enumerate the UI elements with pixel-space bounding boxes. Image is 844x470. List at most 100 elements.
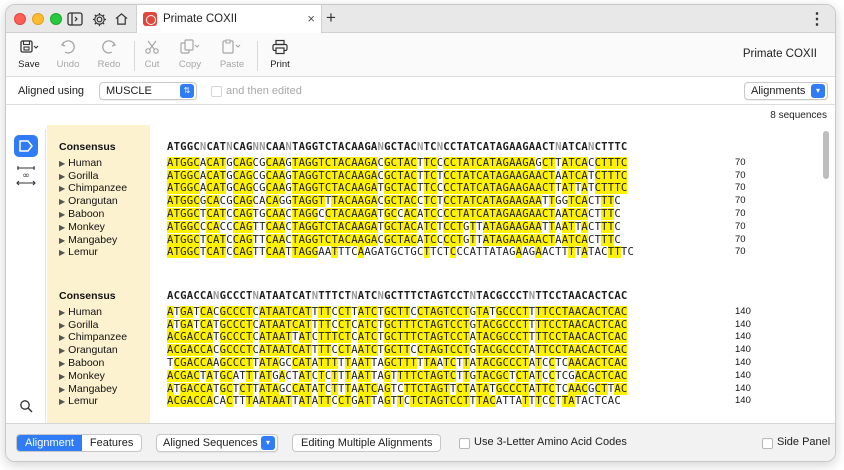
sidebar-toggle-icon[interactable] — [66, 10, 84, 28]
sequence-name[interactable]: ▶ Human — [59, 157, 102, 169]
disclosure-triangle-icon[interactable]: ▶ — [59, 346, 65, 355]
redo-button[interactable]: Redo — [89, 37, 129, 70]
sequence-row[interactable]: ▶ Lemur ACGACCACACTTTAATAATTATATTCCTGATTAG… — [47, 395, 831, 408]
consensus-label: Consensus — [59, 290, 116, 302]
aligner-select[interactable]: MUSCLE ⇅ — [99, 82, 197, 100]
sequence-residues[interactable]: ACGACCATGCCCTCATAATTATCTTTCTCATCTGCTTTCT… — [167, 331, 628, 344]
sequence-name[interactable]: ▶ Mangabey — [59, 383, 117, 395]
disclosure-triangle-icon[interactable]: ▶ — [59, 385, 65, 394]
sequence-row[interactable]: ▶ Monkey ATGGCCCACCCAGTTCAACTAGGTCTACAAGAT… — [47, 220, 831, 234]
wrap-width-button[interactable]: ∞ — [14, 165, 38, 187]
disclosure-triangle-icon[interactable]: ▶ — [59, 397, 65, 406]
position-number: 140 — [735, 331, 751, 343]
alignment-view[interactable]: Consensus ATGGCNCATNCAGNNCAANTAGGTCTACAAG… — [47, 125, 831, 423]
sequence-residues[interactable]: ATGGCTCATCCAGTTCAATTAGGAATTTCAAGATGCTGCT… — [167, 246, 634, 259]
sequence-residues[interactable]: ATGATCACGCCCTCATAATCATTTTCCTTATCTGCTTCCT… — [167, 305, 628, 319]
sequence-residues[interactable]: ACGACTATGCATTTATGACTATCTCTTTAATTAGTTTTCT… — [167, 369, 628, 383]
disclosure-triangle-icon[interactable]: ▶ — [59, 184, 65, 193]
sequence-residues[interactable]: ACGACCACGCCCTCATAATCATTTTCCTAATCTGCTTCCT… — [167, 344, 628, 357]
sequence-name[interactable]: ▶ Monkey — [59, 221, 105, 233]
close-window-button[interactable] — [14, 13, 26, 25]
copy-button[interactable]: Copy — [170, 37, 210, 70]
disclosure-triangle-icon[interactable]: ▶ — [59, 236, 65, 245]
sequence-name[interactable]: ▶ Orangutan — [59, 195, 118, 207]
display-value: Aligned Sequences — [163, 437, 258, 449]
sequence-row[interactable]: ▶ Mangabey ATGGCTCATCCAGTTCAACTAGGTCTACAAG… — [47, 233, 831, 247]
paste-button[interactable]: Paste — [212, 37, 252, 70]
sequence-row[interactable]: ▶ Orangutan ACGACCACGCCCTCATAATCATTTTCCTAA… — [47, 344, 831, 357]
home-icon[interactable] — [112, 10, 130, 28]
sequence-residues[interactable]: ATGGCACATGCAGCGCAAGTAGGTCTACAAGATGCTACTT… — [167, 182, 628, 195]
disclosure-triangle-icon[interactable]: ▶ — [59, 359, 65, 368]
print-button[interactable]: Print — [260, 37, 300, 70]
sequence-row[interactable]: ▶ Baboon ATGGCTCATCCAGTGCAACTAGGCCTACAAGAT… — [47, 208, 831, 221]
tab-features[interactable]: Features — [82, 435, 141, 451]
edited-checkbox[interactable] — [211, 86, 222, 97]
sequence-residues[interactable]: ATGACCATGCTCTTATAGCCATATCTTTAATCAGTCTTCT… — [167, 382, 628, 396]
sequence-row[interactable]: ▶ Gorilla ATGGCACATGCAGCGCAAGTAGGTCTACAAGA… — [47, 169, 831, 183]
search-button[interactable] — [14, 395, 38, 417]
sequence-residues[interactable]: ATGGCACATGCAGCGCAAGTAGGTCTACAAGACGCTACTT… — [167, 169, 628, 183]
sequence-row[interactable]: ▶ Gorilla ATGATCATGCCCTCATAATCATTTTCCTCATC… — [47, 318, 831, 332]
sequence-row[interactable]: ▶ Human ATGATCACGCCCTCATAATCATTTTCCTTATCTG… — [47, 305, 831, 319]
cut-button[interactable]: Cut — [132, 37, 172, 70]
disclosure-triangle-icon[interactable]: ▶ — [59, 159, 65, 168]
disclosure-triangle-icon[interactable]: ▶ — [59, 197, 65, 206]
sequence-row[interactable]: ▶ Lemur ATGGCTCATCCAGTTCAATTAGGAATTTCAAGAT… — [47, 246, 831, 259]
sequence-name[interactable]: ▶ Mangabey — [59, 234, 117, 246]
disclosure-triangle-icon[interactable]: ▶ — [59, 248, 65, 257]
document-tab[interactable]: Primate COXII × — [136, 5, 322, 33]
minimize-window-button[interactable] — [32, 13, 44, 25]
disclosure-triangle-icon[interactable]: ▶ — [59, 333, 65, 342]
selection-mode-button[interactable] — [14, 135, 38, 157]
sequence-name[interactable]: ▶ Orangutan — [59, 344, 118, 356]
sequence-name[interactable]: ▶ Gorilla — [59, 319, 99, 331]
sequence-row[interactable]: ▶ Baboon TCGACCAAGCCCTTATAGCCATATTTTTAATTA… — [47, 357, 831, 370]
sequence-name[interactable]: ▶ Lemur — [59, 395, 98, 407]
disclosure-triangle-icon[interactable]: ▶ — [59, 172, 65, 181]
sequence-name[interactable]: ▶ Lemur — [59, 246, 98, 258]
tab-close-icon[interactable]: × — [307, 11, 315, 26]
sequence-name[interactable]: ▶ Gorilla — [59, 170, 99, 182]
sequence-residues[interactable]: ATGGCACATGCAGCGCAAGTAGGTCTACAAGACGCTACTT… — [167, 156, 628, 170]
sequence-name[interactable]: ▶ Baboon — [59, 357, 104, 369]
editing-help-button[interactable]: Editing Multiple Alignments — [292, 434, 442, 452]
three-letter-checkbox[interactable] — [459, 438, 470, 449]
sequence-name-label: Monkey — [68, 369, 105, 382]
disclosure-triangle-icon[interactable]: ▶ — [59, 321, 65, 330]
zoom-window-button[interactable] — [50, 13, 62, 25]
disclosure-triangle-icon[interactable]: ▶ — [59, 308, 65, 317]
undo-button[interactable]: Undo — [48, 37, 88, 70]
sequence-row[interactable]: ▶ Monkey ACGACTATGCATTTATGACTATCTCTTTAATTA… — [47, 369, 831, 383]
sequence-row[interactable]: ▶ Mangabey ATGACCATGCTCTTATAGCCATATCTTTAAT… — [47, 382, 831, 396]
sequence-residues[interactable]: TCGACCAAGCCCTTATAGCCATATTTTTAATTAGCTTTTT… — [167, 357, 628, 370]
save-button[interactable]: Save — [9, 37, 49, 70]
position-number: 140 — [735, 344, 751, 356]
display-select[interactable]: Aligned Sequences ▾ — [156, 434, 278, 452]
new-tab-button[interactable]: + — [326, 8, 336, 28]
sequence-name[interactable]: ▶ Chimpanzee — [59, 182, 127, 194]
sequence-residues[interactable]: ATGGCTCATCCAGTGCAACTAGGCCTACAAGATGCCACAT… — [167, 208, 621, 221]
sequence-residues[interactable]: ATGATCATGCCCTCATAATCATTTTCCTCATCTGCTTTCT… — [167, 318, 628, 332]
sequence-residues[interactable]: ATGGCCCACCCAGTTCAACTAGGTCTACAAGATGCTACAT… — [167, 220, 621, 234]
sequence-residues[interactable]: ACGACCACACTTTAATAATTATATTCCTGATTAGTTCTCT… — [167, 395, 621, 408]
tab-alignment[interactable]: Alignment — [17, 435, 82, 451]
sequence-name[interactable]: ▶ Baboon — [59, 208, 104, 220]
sequence-row[interactable]: ▶ Chimpanzee ACGACCATGCCCTCATAATTATCTTTCTC… — [47, 331, 831, 344]
sequence-row[interactable]: ▶ Chimpanzee ATGGCACATGCAGCGCAAGTAGGTCTACA… — [47, 182, 831, 195]
disclosure-triangle-icon[interactable]: ▶ — [59, 372, 65, 381]
disclosure-triangle-icon[interactable]: ▶ — [59, 210, 65, 219]
vertical-scrollbar[interactable] — [823, 131, 829, 179]
view-mode-select[interactable]: Alignments ▾ — [744, 82, 828, 100]
sequence-row[interactable]: ▶ Orangutan ATGGCGCACGCAGCACAGGTAGGTTTACAA… — [47, 195, 831, 208]
sequence-name[interactable]: ▶ Chimpanzee — [59, 331, 127, 343]
sequence-residues[interactable]: ATGGCGCACGCAGCACAGGTAGGTTTACAAGACGCTACCT… — [167, 195, 621, 208]
sequence-name[interactable]: ▶ Human — [59, 306, 102, 318]
sequence-name[interactable]: ▶ Monkey — [59, 370, 105, 382]
more-menu-icon[interactable]: ⋮ — [809, 9, 825, 29]
sequence-residues[interactable]: ATGGCTCATCCAGTTCAACTAGGTCTACAAGACGCTACAT… — [167, 233, 621, 247]
disclosure-triangle-icon[interactable]: ▶ — [59, 223, 65, 232]
gear-icon[interactable] — [90, 10, 108, 28]
sequence-row[interactable]: ▶ Human ATGGCACATGCAGCGCAAGTAGGTCTACAAGACG… — [47, 156, 831, 170]
side-panel-checkbox[interactable] — [762, 438, 773, 449]
